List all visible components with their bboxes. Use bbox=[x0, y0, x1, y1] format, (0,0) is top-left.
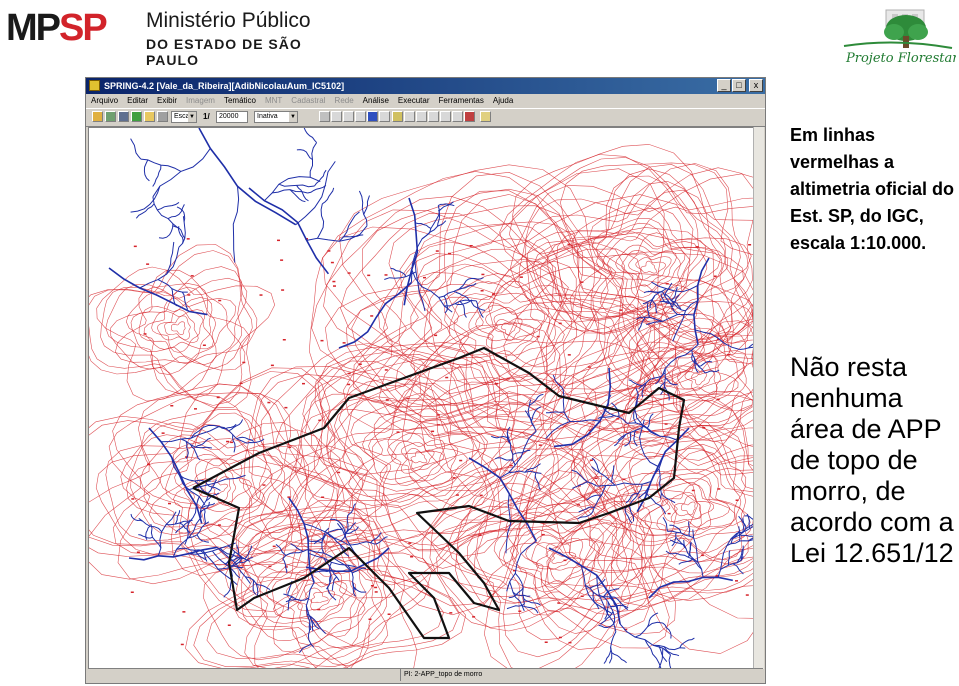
menu-ferramentas[interactable]: Ferramentas bbox=[439, 94, 484, 107]
topographic-map[interactable] bbox=[89, 128, 753, 668]
partner-logo-text: Projeto Florestar bbox=[845, 51, 956, 66]
close-button[interactable]: x bbox=[749, 79, 763, 92]
status-plan-label: PI: 2-APP_topo de morro bbox=[400, 669, 482, 681]
spring-app-window: SPRING-4.2 [Vale_da_Ribeira][AdibNicolau… bbox=[85, 77, 766, 684]
window-titlebar[interactable]: SPRING-4.2 [Vale_da_Ribeira][AdibNicolau… bbox=[86, 78, 765, 94]
scale-mode-select[interactable]: Escal ▼ bbox=[171, 111, 197, 123]
menu-imagem[interactable]: Imagem bbox=[186, 94, 215, 107]
open-database-icon[interactable] bbox=[92, 111, 103, 122]
menu-analise[interactable]: Análise bbox=[363, 94, 389, 107]
zoom-previous-icon[interactable] bbox=[440, 111, 451, 122]
window-title: SPRING-4.2 [Vale_da_Ribeira][AdibNicolau… bbox=[104, 81, 345, 91]
menu-executar[interactable]: Executar bbox=[398, 94, 430, 107]
menu-bar: Arquivo Editar Exibir Imagem Temático MN… bbox=[86, 94, 765, 107]
crosshair-icon[interactable] bbox=[343, 111, 354, 122]
layers-icon[interactable] bbox=[118, 111, 129, 122]
chevron-down-icon: ▼ bbox=[289, 112, 297, 122]
zoom-in-icon[interactable] bbox=[404, 111, 415, 122]
contour-lines bbox=[89, 144, 753, 668]
mpsp-logo-sp: SP bbox=[59, 7, 108, 49]
info-icon[interactable] bbox=[367, 111, 378, 122]
menu-cadastral[interactable]: Cadastral bbox=[291, 94, 325, 107]
app-icon bbox=[89, 80, 100, 91]
mpsp-logo: MPSP Ministério Público DO ESTADO DE SÃO… bbox=[6, 6, 346, 68]
zoom-out-icon[interactable] bbox=[416, 111, 427, 122]
status-bar: PI: 2-APP_topo de morro bbox=[88, 668, 763, 682]
menu-rede[interactable]: Rede bbox=[335, 94, 354, 107]
menu-tematico[interactable]: Temático bbox=[224, 94, 256, 107]
query-icon[interactable] bbox=[355, 111, 366, 122]
pan-icon[interactable] bbox=[331, 111, 342, 122]
maximize-button[interactable]: □ bbox=[732, 79, 746, 92]
vertical-scrollbar[interactable] bbox=[753, 127, 764, 669]
minimize-button[interactable]: _ bbox=[717, 79, 731, 92]
undo-icon[interactable] bbox=[464, 111, 475, 122]
chevron-down-icon: ▼ bbox=[188, 112, 196, 122]
menu-ajuda[interactable]: Ajuda bbox=[493, 94, 513, 107]
mpsp-logo-letters: MPSP bbox=[6, 7, 108, 49]
menu-editar[interactable]: Editar bbox=[127, 94, 148, 107]
scale-prefix: 1/ bbox=[203, 112, 210, 121]
pointer-icon[interactable] bbox=[319, 111, 330, 122]
org-subtitle: DO ESTADO DE SÃO PAULO bbox=[146, 36, 302, 68]
menu-exibir[interactable]: Exibir bbox=[157, 94, 177, 107]
map-canvas[interactable] bbox=[88, 127, 754, 669]
draw-icon[interactable] bbox=[131, 111, 142, 122]
org-name: Ministério Público bbox=[146, 9, 311, 32]
edit-icon[interactable] bbox=[392, 111, 403, 122]
state-select[interactable]: Inativa ▼ bbox=[254, 111, 298, 123]
toolbar: Escal ▼ 1/ 20000 Inativa ▼ bbox=[86, 108, 765, 127]
slide-note-small: Em linhas vermelhas a altimetria oficial… bbox=[790, 125, 955, 253]
display-icon[interactable] bbox=[157, 111, 168, 122]
project-icon[interactable] bbox=[105, 111, 116, 122]
menu-arquivo[interactable]: Arquivo bbox=[91, 94, 118, 107]
arrow-icon[interactable] bbox=[452, 111, 463, 122]
help-icon[interactable] bbox=[480, 111, 491, 122]
folder-icon[interactable] bbox=[144, 111, 155, 122]
projeto-florestar-logo: Projeto Florestar bbox=[836, 2, 959, 70]
settings-icon[interactable] bbox=[379, 111, 390, 122]
zoom-area-icon[interactable] bbox=[428, 111, 439, 122]
menu-mnt[interactable]: MNT bbox=[265, 94, 282, 107]
mpsp-logo-mp: MP bbox=[6, 7, 61, 49]
slide-note-large: Não resta nenhuma área de APP de topo de… bbox=[790, 352, 954, 568]
tree-logo-icon: Projeto Florestar bbox=[843, 9, 959, 66]
scale-input[interactable]: 20000 bbox=[216, 111, 248, 123]
